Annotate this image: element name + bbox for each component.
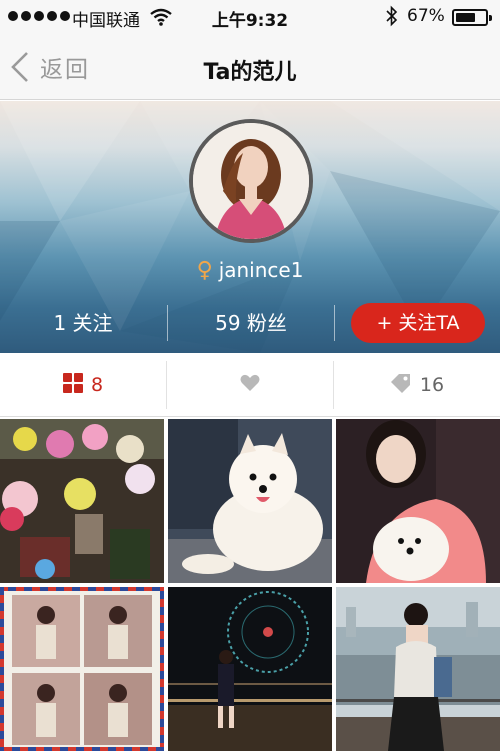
photo-white-dog[interactable] [168, 419, 332, 583]
tag-icon [390, 373, 412, 398]
photo-grid [0, 419, 500, 753]
avatar[interactable] [189, 119, 313, 243]
photo-woman-harbor[interactable] [336, 587, 500, 751]
stats-divider [334, 305, 335, 341]
profile-header: ♀ janince1 1 关注 59 粉丝 + 关注TA [0, 101, 500, 353]
tab-bar: 8 16 [0, 353, 500, 417]
photo-ferris-wheel-night[interactable] [168, 587, 332, 751]
tab-tags[interactable]: 16 [334, 353, 500, 417]
follow-button[interactable]: + 关注TA [351, 303, 485, 343]
tags-count: 16 [419, 374, 445, 396]
female-icon: ♀ [196, 258, 213, 283]
navigation-bar: 返回 Ta的范儿 [0, 34, 500, 100]
posts-count: 8 [90, 374, 104, 396]
status-bar: 中国联通 上午9:32 67% [0, 0, 500, 34]
photo-flower-shop[interactable] [0, 419, 164, 583]
photo-woman-with-dog[interactable] [336, 419, 500, 583]
username-row: ♀ janince1 [0, 258, 500, 283]
photo-collage-woman[interactable] [0, 587, 164, 751]
heart-icon [240, 374, 260, 397]
following-count[interactable]: 1 关注 [0, 301, 166, 345]
tab-posts[interactable]: 8 [0, 353, 166, 417]
page-title: Ta的范儿 [203, 60, 297, 85]
fans-count[interactable]: 59 粉丝 [168, 301, 334, 345]
tab-likes[interactable] [167, 353, 333, 417]
battery-icon [452, 9, 492, 26]
grid-icon [62, 372, 83, 398]
username: janince1 [218, 258, 304, 282]
bluetooth-icon [385, 5, 399, 32]
stats-row: 1 关注 59 粉丝 + 关注TA [0, 301, 500, 345]
battery-percent: 67% [407, 6, 445, 26]
